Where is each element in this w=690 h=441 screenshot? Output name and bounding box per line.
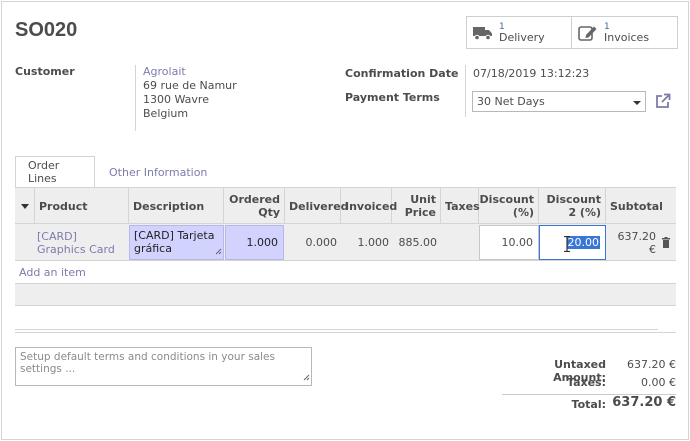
terms-conditions-textarea[interactable]: Setup default terms and conditions in yo…	[15, 347, 312, 386]
resize-handle-icon[interactable]	[215, 245, 222, 258]
sale-order-sheet: SO020 1 Delivery 1 Invoices Customer Agr…	[1, 1, 689, 440]
terms-placeholder: Setup default terms and conditions in yo…	[20, 351, 275, 375]
caret-down-icon	[20, 200, 29, 213]
table-row[interactable]: [CARD] Graphics Card [CARD] Tarjeta gráf…	[15, 224, 676, 261]
add-item-link[interactable]: Add an item	[19, 266, 86, 279]
column-unit-price[interactable]: Unit Price	[392, 188, 441, 224]
customer-street: 69 rue de Namur	[143, 79, 237, 92]
info-divider	[465, 65, 466, 117]
pencil-square-icon	[578, 24, 598, 42]
empty-row	[15, 283, 676, 306]
customer-divider	[135, 65, 136, 131]
column-description[interactable]: Description	[129, 188, 224, 224]
tab-order-lines-label: Order Lines	[28, 159, 60, 185]
column-product[interactable]: Product	[35, 188, 129, 224]
customer-city: 1300 Wavre	[143, 93, 209, 106]
column-delivered[interactable]: Delivered	[285, 188, 349, 224]
column-ordered-qty[interactable]: Ordered Qty	[224, 188, 285, 224]
chevron-down-icon	[633, 97, 641, 110]
row-description-field[interactable]: [CARD] Tarjeta gráfica	[129, 225, 224, 260]
payment-terms-select[interactable]: 30 Net Days	[472, 91, 646, 112]
page-title: SO020	[15, 19, 78, 41]
total-label: Total:	[571, 398, 606, 411]
invoices-smart-button[interactable]: 1 Invoices	[571, 16, 678, 49]
trash-icon[interactable]	[661, 237, 671, 251]
tab-other-information-label: Other Information	[109, 165, 208, 179]
row-subtotal: 637.20 €	[617, 229, 657, 256]
column-subtotal[interactable]: Subtotal	[606, 188, 663, 224]
customer-country: Belgium	[143, 107, 189, 120]
total-value: 637.20 €	[612, 395, 676, 410]
column-discount[interactable]: Discount (%)	[479, 188, 539, 224]
customer-address: Agrolait 69 rue de Namur 1300 Wavre Belg…	[143, 65, 237, 121]
table-footer-line	[15, 329, 658, 330]
row-ordered-qty-field[interactable]: 1.000	[225, 225, 284, 260]
column-toggle[interactable]	[15, 188, 35, 224]
row-discount-input[interactable]: 10.00	[479, 225, 539, 260]
column-discount2[interactable]: Discount 2 (%)	[539, 188, 606, 224]
taxes-value: 0.00 €	[641, 376, 676, 389]
confirmation-date-value: 07/18/2019 13:12:23	[473, 67, 590, 80]
row-discount2-input[interactable]: 20.00	[539, 225, 606, 260]
confirmation-date-label: Confirmation Date	[345, 67, 459, 80]
external-link-icon[interactable]	[655, 93, 671, 109]
customer-name-link[interactable]: Agrolait	[143, 65, 237, 79]
delivery-count: 1	[499, 21, 505, 32]
row-unit-price: 885.00	[398, 236, 438, 249]
column-invoiced[interactable]: Invoiced	[341, 188, 397, 224]
row-taxes[interactable]	[441, 224, 479, 261]
tab-other-information[interactable]: Other Information	[109, 156, 207, 188]
resize-handle-icon[interactable]	[303, 372, 310, 384]
untaxed-amount-value: 637.20 €	[627, 358, 676, 371]
section-divider	[15, 332, 676, 333]
row-invoiced: 1.000	[357, 236, 390, 249]
text-cursor-icon	[564, 235, 570, 255]
row-product[interactable]: [CARD] Graphics Card	[37, 226, 127, 259]
customer-label: Customer	[15, 65, 75, 78]
column-taxes[interactable]: Taxes	[441, 188, 480, 224]
delivery-smart-button[interactable]: 1 Delivery	[466, 16, 572, 49]
payment-terms-value: 30 Net Days	[477, 95, 545, 108]
delivery-label: Delivery	[499, 30, 545, 44]
payment-terms-label: Payment Terms	[345, 91, 440, 104]
tab-order-lines[interactable]: Order Lines	[15, 156, 95, 188]
row-description-text: [CARD] Tarjeta gráfica	[134, 229, 215, 255]
invoices-label: Invoices	[604, 30, 650, 44]
truck-icon	[473, 25, 493, 41]
invoices-count: 1	[604, 21, 610, 32]
row-delivered: 0.000	[305, 236, 338, 249]
order-lines-header: Product Description Ordered Qty Delivere…	[15, 187, 676, 224]
row-discount2-value: 20.00	[566, 236, 600, 249]
taxes-label: Taxes:	[566, 376, 606, 389]
